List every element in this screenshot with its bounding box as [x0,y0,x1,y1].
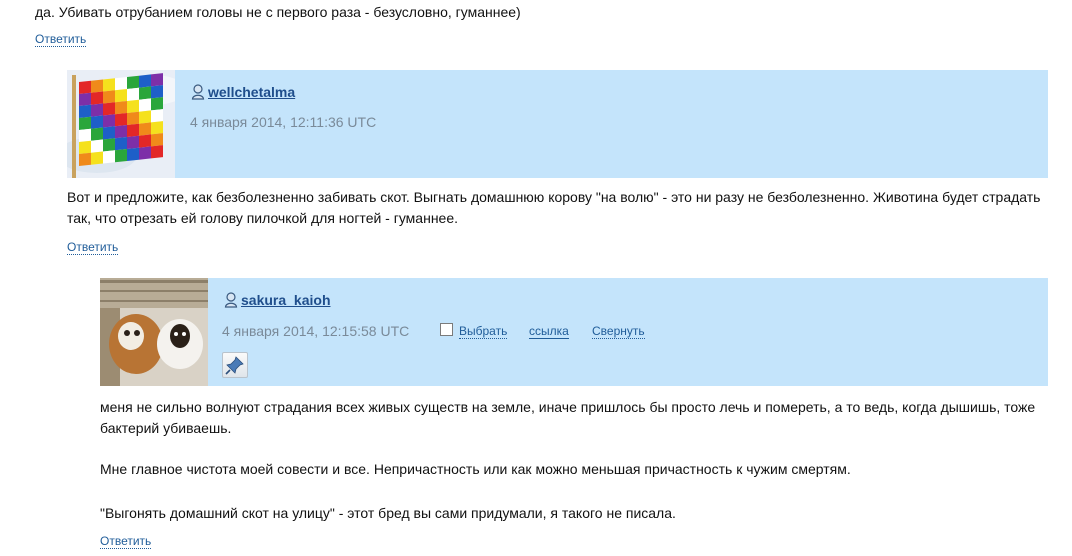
user-icon [224,292,238,308]
username-sakura-kaioh[interactable]: sakura_kaioh [241,292,331,308]
avatar-wellchetalma[interactable] [67,70,175,178]
reply-link-top[interactable]: Ответить [35,32,87,47]
username-wellchetalma[interactable]: wellchetalma [208,84,295,100]
reply-link-wellchetalma[interactable]: Ответить [67,240,119,255]
comment-date: 4 января 2014, 12:11:36 UTC [190,114,377,130]
collapse-link[interactable]: Свернуть [592,324,645,339]
avatar-sakura-kaioh[interactable] [100,278,208,386]
comment-header-sakura-kaioh: sakura_kaioh 4 января 2014, 12:15:58 UTC… [100,278,1048,386]
comment-date: 4 января 2014, 12:15:58 UTC [222,323,410,339]
comment-text-wellchetalma: Вот и предложите, как безболезненно заби… [67,189,1041,226]
comment-paragraph: меня не сильно волнуют страдания всех жи… [100,399,1036,436]
permalink-link[interactable]: ссылка [529,324,569,339]
select-checkbox[interactable] [440,323,453,336]
pin-button[interactable] [222,352,248,378]
comment-header-wellchetalma: wellchetalma 4 января 2014, 12:11:36 UTC [67,70,1048,178]
reply-link-sakura-kaioh[interactable]: Ответить [100,534,152,549]
comment-paragraph: Мне главное чистота моей совести и все. … [100,461,851,477]
user-icon [191,84,205,100]
pin-icon [225,356,244,375]
select-label[interactable]: Выбрать [459,324,508,339]
comment-paragraph: "Выгонять домашний скот на улицу" - этот… [100,505,676,521]
comment-text-top: да. Убивать отрубанием головы не с перво… [35,4,521,20]
